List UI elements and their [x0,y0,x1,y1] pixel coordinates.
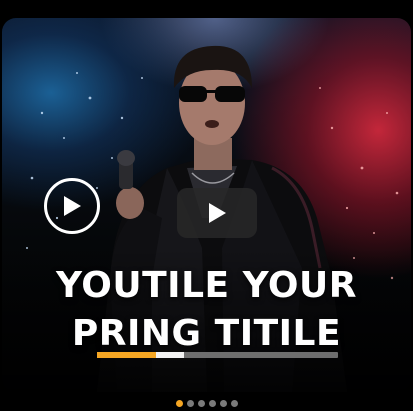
pagination-dot[interactable] [186,400,194,407]
video-title-line-1: YOUTILE YOUR [56,265,357,306]
play-button-outline[interactable] [44,178,100,234]
video-carousel: YOUTILE YOUR PRING TITILE [0,0,413,411]
video-title-line-2: PRING TITILE [71,313,342,354]
center-play-button[interactable] [177,188,257,238]
progress-played [97,352,157,358]
carousel-pagination [0,400,413,407]
pagination-dot[interactable] [175,400,183,407]
pagination-dot[interactable] [197,400,205,407]
play-icon [64,196,81,216]
play-icon [209,203,226,223]
progress-bar[interactable] [97,352,338,358]
pagination-dot[interactable] [230,400,238,407]
pagination-dot[interactable] [219,400,227,407]
pagination-dot[interactable] [208,400,216,407]
